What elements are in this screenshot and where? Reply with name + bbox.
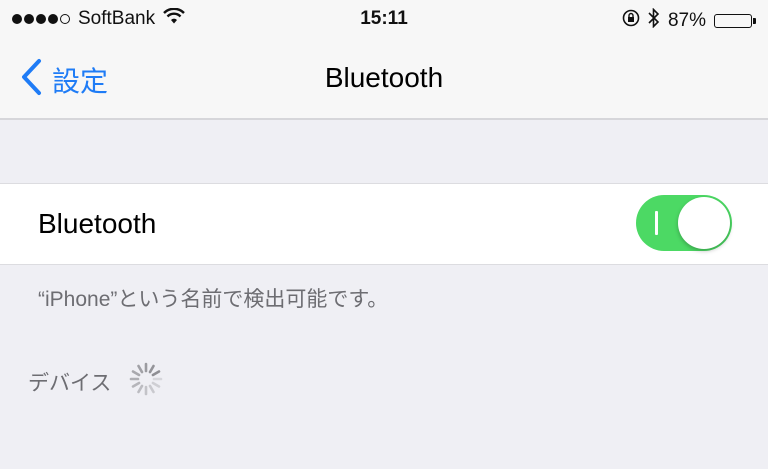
devices-label: デバイス [28,371,112,395]
spinner-spoke [152,370,161,377]
devices-section-header: デバイス [28,362,163,401]
bluetooth-setting-row: Bluetooth [0,183,768,265]
bluetooth-row-label: Bluetooth [38,208,157,239]
navigation-bar: 設定 Bluetooth [0,40,768,120]
spinner-spoke [149,384,156,394]
spinner-spoke [132,381,141,388]
battery-percent: 87% [667,10,706,31]
page-title: Bluetooth [324,62,444,93]
spinner-spoke [149,364,156,374]
loading-spinner-icon [129,362,163,401]
discoverable-footer: “iPhone”という名前で検出可能です。 [38,288,389,311]
bluetooth-toggle[interactable] [636,195,732,251]
status-bar: SoftBank 15:11 87% [0,0,768,40]
spinner-spoke [152,381,161,388]
bluetooth-icon [648,7,660,34]
toggle-knob [678,197,730,249]
orientation-lock-icon [622,9,640,33]
status-right: 87% [614,7,756,34]
spinner-spoke [137,384,144,394]
spinner-spoke [137,364,144,374]
battery-icon [714,14,756,28]
toggle-on-mark [655,211,658,235]
spinner-spoke [132,370,141,377]
